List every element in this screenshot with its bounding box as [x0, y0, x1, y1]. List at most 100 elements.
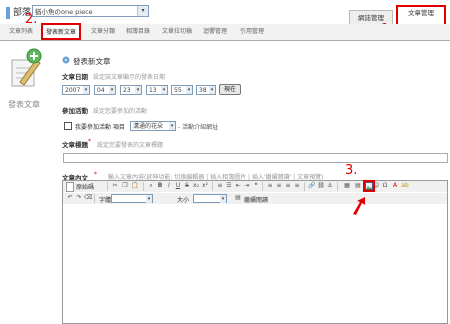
insert-image-button[interactable] [363, 180, 375, 192]
source-button[interactable]: 原始碼 [76, 182, 94, 191]
flash-icon[interactable]: ▦ [343, 182, 351, 190]
section-title: 發表新文章 [73, 57, 111, 66]
subscript-icon[interactable]: x₂ [192, 182, 200, 190]
subnav-categories[interactable]: 文章分類 [91, 26, 115, 35]
hour-select[interactable]: 13 ▾ [146, 85, 168, 95]
event-label: 參加活動 [62, 107, 88, 115]
special-char-icon[interactable]: Ω [381, 182, 389, 190]
event-checkbox[interactable] [64, 122, 72, 130]
day-value: 23 [123, 87, 131, 94]
month-select[interactable]: 04 ▾ [94, 85, 116, 95]
subnav-comments[interactable]: 迴響管理 [203, 26, 227, 35]
undo-icon[interactable]: ↶ [66, 194, 74, 202]
align-right-icon[interactable]: ≡ [284, 182, 292, 190]
subnav-albums[interactable]: 相簿目錄 [126, 26, 150, 35]
rich-text-editor[interactable]: 原始碼 ✂ ❐ 📋 ⌕ B I U S x₂ x² ≡ ☰ ⇤ ⇥ ❝ ≡ ≡ … [62, 180, 448, 324]
align-center-icon[interactable]: ≡ [275, 182, 283, 190]
blockquote-icon[interactable]: ❝ [252, 182, 260, 190]
table-icon[interactable]: ▤ [354, 182, 362, 190]
annotation-3: 3. [345, 163, 358, 178]
post-title-input[interactable] [63, 153, 448, 163]
unlink-icon[interactable]: ⛓ [317, 182, 325, 190]
remove-format-icon[interactable]: ⌫ [84, 194, 92, 202]
bold-icon[interactable]: B [156, 182, 164, 190]
strikethrough-icon[interactable]: S [183, 182, 191, 190]
date-label: 文章日期 [62, 73, 88, 81]
minute-select[interactable]: 55 ▾ [171, 85, 193, 95]
month-value: 04 [97, 87, 105, 94]
chevron-down-icon: ▾ [161, 86, 167, 94]
tab-label: 文章管理 [408, 9, 434, 17]
unordered-list-icon[interactable]: ☰ [225, 182, 233, 190]
chevron-down-icon: ▾ [135, 86, 141, 94]
chevron-down-icon: ▾ [83, 86, 89, 94]
second-value: 38 [199, 87, 207, 94]
anchor-icon[interactable]: ⚓ [326, 182, 334, 190]
editor-content-area[interactable] [64, 206, 446, 322]
event-select[interactable]: 溝通的花朵 ▾ [130, 121, 176, 131]
font-select[interactable]: ▾ [111, 194, 153, 203]
chevron-down-icon: ▾ [169, 122, 175, 130]
align-justify-icon[interactable]: ≡ [293, 182, 301, 190]
event-select-value: 溝通的花朵 [133, 123, 164, 130]
annotation-2: 2. [25, 12, 38, 27]
copy-icon[interactable]: ❐ [121, 182, 129, 190]
blog-logo-mark [6, 7, 10, 19]
align-left-icon[interactable]: ≡ [266, 182, 274, 190]
chevron-down-icon: ▾ [146, 195, 152, 203]
editor-toolbar-row-1: 原始碼 ✂ ❐ 📋 ⌕ B I U S x₂ x² ≡ ☰ ⇤ ⇥ ❝ ≡ ≡ … [63, 181, 447, 192]
paste-icon[interactable]: 📋 [131, 182, 139, 190]
superscript-icon[interactable]: x² [201, 182, 209, 190]
new-post-icon [11, 48, 42, 87]
blog-select[interactable]: 猶小魚のone piece ▾ [32, 5, 149, 17]
subnav-article-list[interactable]: 文章列表 [9, 26, 33, 35]
toolbar-separator [304, 182, 305, 191]
chevron-down-icon: ▾ [220, 195, 226, 203]
year-select[interactable]: 2007 ▾ [62, 85, 90, 95]
indent-icon[interactable]: ⇥ [243, 182, 251, 190]
redo-icon[interactable]: ↷ [75, 194, 83, 202]
required-mark: * [88, 138, 91, 145]
bullet-icon [62, 56, 70, 64]
arrow-up-icon [353, 197, 365, 215]
day-select[interactable]: 23 ▾ [120, 85, 142, 95]
italic-icon[interactable]: I [165, 182, 173, 190]
year-value: 2007 [65, 87, 81, 94]
cut-icon[interactable]: ✂ [111, 182, 119, 190]
link-icon[interactable]: 🔗 [308, 182, 316, 190]
subnav-trackbacks[interactable]: 引用管理 [240, 26, 264, 35]
event-checkbox-label: 我要參加活動 項目 [75, 124, 125, 131]
image-icon [365, 182, 373, 190]
chevron-down-icon: ▾ [186, 86, 192, 94]
size-label: 大小 [177, 197, 190, 204]
continue-reading-button[interactable]: 繼續閱讀 [244, 195, 268, 204]
subnav-new-article[interactable]: 發表新文章 [41, 23, 82, 40]
toolbar-separator [212, 182, 213, 191]
source-icon[interactable] [66, 182, 74, 192]
second-select[interactable]: 38 ▾ [196, 85, 216, 95]
outdent-icon[interactable]: ⇤ [234, 182, 242, 190]
font-label: 字體 [99, 197, 112, 204]
ordered-list-icon[interactable]: ≡ [216, 182, 224, 190]
hour-value: 13 [149, 87, 157, 94]
toolbar-separator [262, 182, 263, 191]
bg-color-icon[interactable]: ab [401, 182, 409, 190]
post-title-hint: 設定您要發表的文章標題 [97, 142, 164, 149]
sidebar-label: 發表文章 [8, 100, 40, 109]
chevron-down-icon: ▾ [109, 86, 115, 94]
event-link-text[interactable]: - 活動介紹網址 [178, 122, 218, 131]
toolbar-separator [143, 182, 144, 191]
continue-reading-icon[interactable]: ▤ [234, 194, 242, 202]
event-hint: 設定您要參加的活動 [93, 108, 148, 115]
size-select[interactable]: ▾ [193, 194, 227, 203]
toolbar-separator [107, 182, 108, 191]
chevron-down-icon: ▾ [209, 86, 215, 94]
chevron-down-icon: ▾ [137, 6, 148, 16]
now-button[interactable]: 現在 [219, 84, 241, 95]
find-icon[interactable]: ⌕ [147, 182, 155, 190]
text-color-icon[interactable]: A [391, 182, 399, 190]
toolbar-separator [337, 182, 338, 191]
underline-icon[interactable]: U [174, 182, 182, 190]
date-hint: 設定該文章顯示的發表日期 [93, 74, 166, 81]
subnav-drafts[interactable]: 文章拉切稿 [162, 26, 192, 35]
